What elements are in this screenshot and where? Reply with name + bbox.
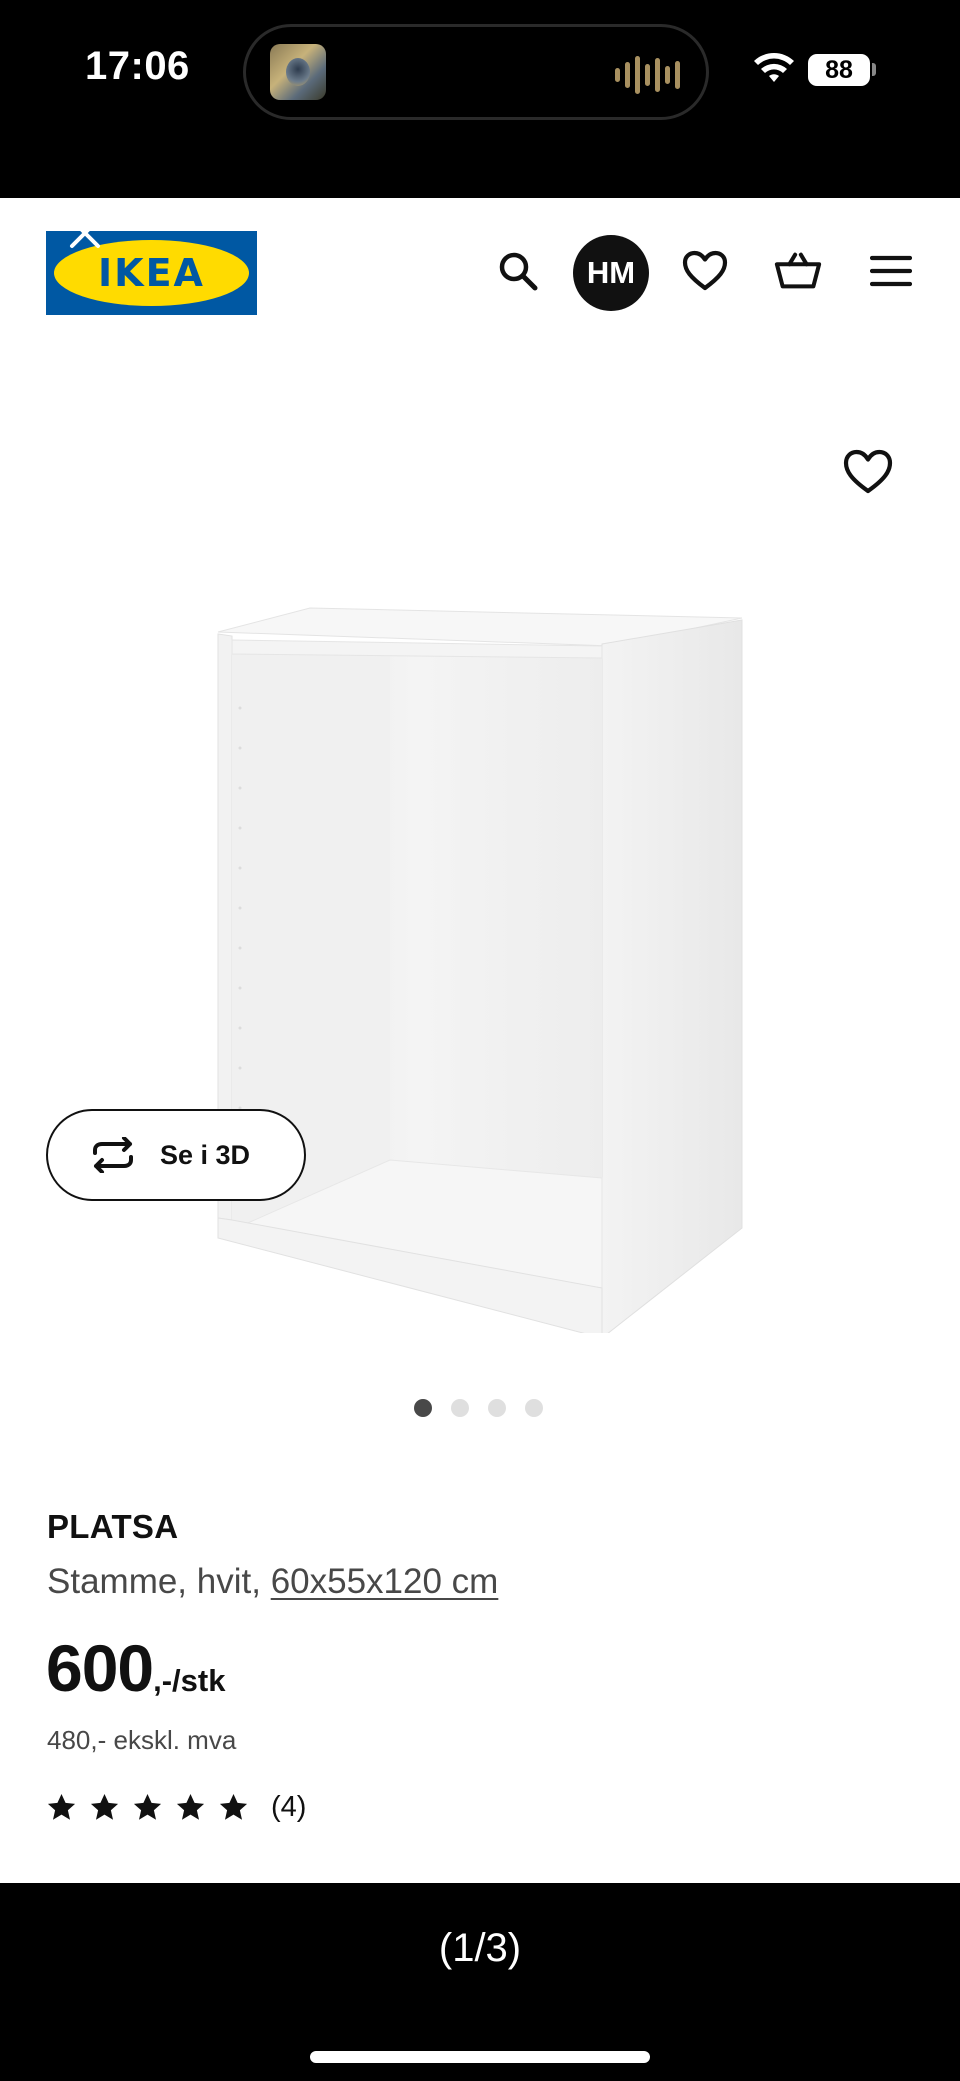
battery-tip — [872, 63, 876, 76]
status-time: 17:06 — [85, 44, 190, 88]
home-indicator[interactable] — [310, 2051, 650, 2063]
battery-level: 88 — [808, 54, 870, 86]
favorites-button[interactable] — [681, 247, 729, 295]
site-header: IKEA HM — [0, 198, 960, 358]
star-icon — [219, 1793, 248, 1820]
cart-button[interactable] — [774, 247, 822, 295]
price-excluding-vat: 480,- ekskl. mva — [47, 1725, 237, 1755]
star-icon — [90, 1793, 119, 1820]
search-icon — [499, 252, 538, 291]
product-dimensions-link[interactable]: 60x55x120 cm — [271, 1562, 499, 1601]
star-icon — [133, 1793, 162, 1820]
star-icon — [176, 1793, 205, 1820]
product-type: Stamme, hvit, — [47, 1562, 261, 1601]
carousel-dot[interactable] — [488, 1399, 506, 1417]
bottom-bar: (1/3) — [0, 1883, 960, 2081]
rotate-3d-icon — [93, 1137, 133, 1173]
review-count: (4) — [271, 1791, 307, 1823]
search-button[interactable] — [494, 247, 542, 295]
basket-icon — [774, 252, 822, 289]
carousel-dot[interactable] — [525, 1399, 543, 1417]
view-in-3d-button[interactable]: Se i 3D — [46, 1109, 306, 1201]
dynamic-island[interactable] — [243, 24, 709, 120]
status-bar: 17:06 88 — [0, 0, 960, 198]
price-integer: 600 — [46, 1631, 154, 1705]
star-icon — [47, 1793, 76, 1820]
carousel-dot[interactable] — [414, 1399, 432, 1417]
menu-button[interactable] — [867, 247, 915, 295]
audio-waveform-icon — [615, 55, 680, 95]
product-name: PLATSA — [47, 1508, 179, 1545]
close-icon[interactable] — [64, 212, 106, 254]
image-carousel-dots — [414, 1399, 543, 1417]
heart-icon — [682, 250, 728, 291]
product-page: IKEA HM Se i 3D PLATSA Stamme, hvit, 60x… — [0, 198, 960, 1883]
view-in-3d-label: Se i 3D — [160, 1139, 251, 1170]
product-price: 600,-/stk — [46, 1630, 225, 1706]
price-unit: ,-/stk — [153, 1663, 226, 1698]
screenshot-pager: (1/3) — [438, 1926, 522, 1970]
product-rating[interactable]: (4) — [46, 1791, 306, 1824]
wifi-icon — [754, 53, 794, 82]
user-avatar[interactable]: HM — [573, 235, 649, 311]
now-playing-artwork — [270, 44, 326, 100]
product-description: Stamme, hvit, 60x55x120 cm — [47, 1562, 498, 1602]
carousel-dot[interactable] — [451, 1399, 469, 1417]
product-image[interactable] — [210, 408, 750, 1333]
add-to-favorites-icon[interactable] — [842, 446, 894, 498]
menu-icon — [870, 255, 912, 287]
